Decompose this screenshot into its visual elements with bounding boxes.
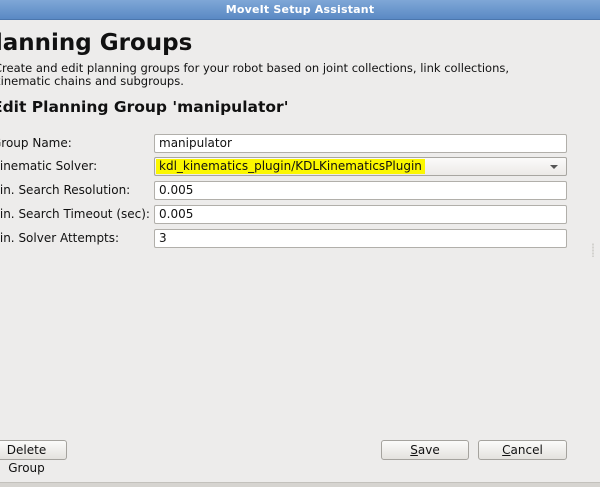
edit-group-heading: Edit Planning Group 'manipulator' [0,98,289,116]
cancel-mnemonic: C [502,443,511,457]
solver-attempts-label: Kin. Solver Attempts: [0,231,120,245]
window-titlebar[interactable]: MoveIt Setup Assistant [0,0,600,20]
page-title: Planning Groups [0,30,193,56]
group-name-label: Group Name: [0,136,72,150]
group-name-input[interactable]: manipulator [154,134,567,153]
kinematic-solver-value: kdl_kinematics_plugin/KDLKinematicsPlugi… [156,159,425,174]
search-resolution-input[interactable]: 0.005 [154,181,567,200]
setup-assistant-window: MoveIt Setup Assistant Planning Groups C… [0,0,600,487]
cancel-label-rest: ancel [510,443,543,457]
cancel-button[interactable]: Cancel [478,440,567,460]
kinematic-solver-label: Kinematic Solver: [0,159,98,173]
save-button[interactable]: Save [381,440,469,460]
solver-attempts-input[interactable]: 3 [154,229,567,248]
save-mnemonic: S [410,443,418,457]
search-timeout-input[interactable]: 0.005 [154,205,567,224]
kinematic-solver-dropdown[interactable]: kdl_kinematics_plugin/KDLKinematicsPlugi… [154,157,567,176]
delete-group-button[interactable]: Delete Group [0,440,67,475]
page-description-line-2: kinematic chains and subgroups. [0,74,184,88]
chevron-down-icon [550,165,558,169]
splitter-handle[interactable] [592,243,594,257]
page-description: Create and edit planning groups for your… [0,62,509,88]
window-bottom-border [0,482,600,487]
search-timeout-label: Kin. Search Timeout (sec): [0,207,150,221]
search-resolution-label: Kin. Search Resolution: [0,183,131,197]
save-label-rest: ave [417,443,440,457]
